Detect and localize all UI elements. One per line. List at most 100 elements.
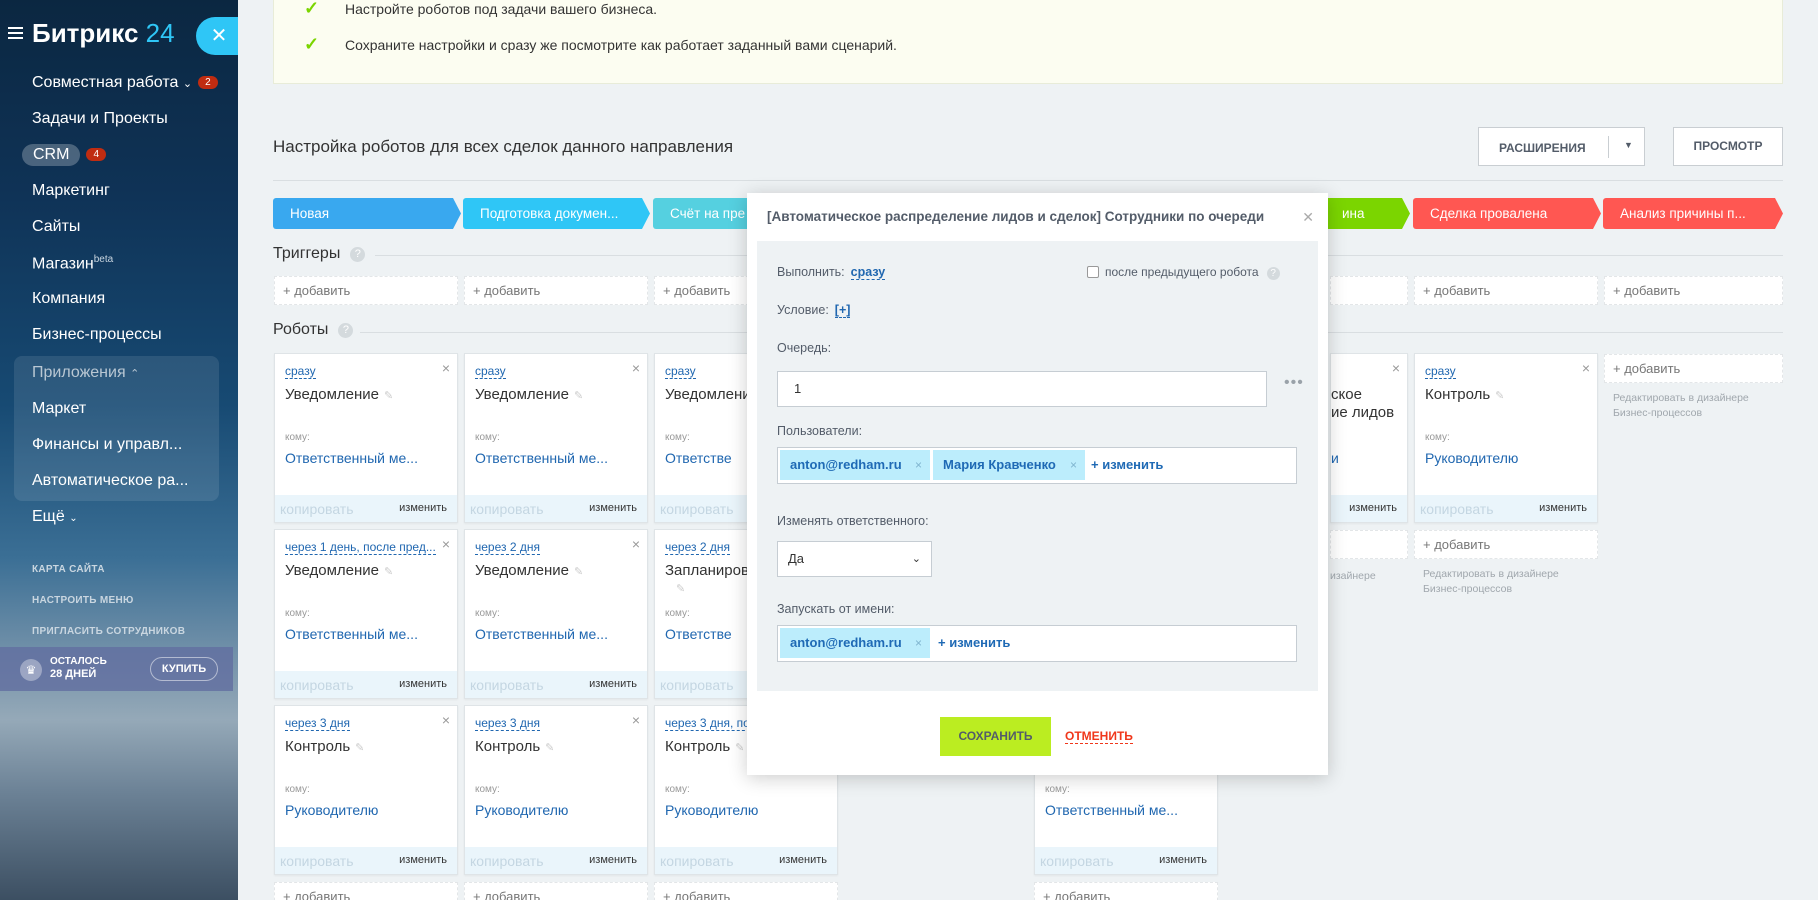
robot-card[interactable]: сразу × Контроль ✎ кому: Руководителю копир…	[1414, 353, 1598, 523]
copy-link[interactable]: копировать	[470, 853, 544, 869]
robot-card-partial[interactable]: ское ие лидов и изменить ×	[1330, 353, 1408, 523]
change-users-link[interactable]: + изменить	[1091, 457, 1163, 472]
edit-link[interactable]: изменить	[399, 678, 447, 690]
pencil-icon[interactable]: ✎	[1495, 390, 1504, 402]
save-button[interactable]: СОХРАНИТЬ	[940, 717, 1051, 756]
trigger-add-partial[interactable]	[1330, 276, 1408, 305]
robot-card[interactable]: сразу × Уведомление ✎ кому: Ответственный м…	[464, 353, 648, 523]
stage-analysis[interactable]: Анализ причины п...	[1603, 198, 1783, 229]
edit-link[interactable]: изменить	[779, 854, 827, 866]
robot-add[interactable]: + добавить	[1414, 530, 1598, 559]
sidebar-item-shop[interactable]: Магазинbeta	[32, 254, 113, 273]
extensions-button[interactable]: РАСШИРЕНИЯ ▼	[1478, 127, 1645, 166]
sidebar-item-sites[interactable]: Сайты	[32, 218, 80, 236]
pencil-icon[interactable]: ✎	[574, 566, 583, 578]
edit-link[interactable]: изменить	[589, 502, 637, 514]
sidebar-item-finance[interactable]: Финансы и управл...	[32, 436, 182, 454]
copy-link[interactable]: копировать	[660, 677, 734, 693]
robot-card[interactable]: через 3 дня × Контроль ✎ кому: Руководителю…	[274, 705, 458, 875]
invite-link[interactable]: ПРИГЛАСИТЬ СОТРУДНИКОВ	[32, 626, 185, 637]
robot-card[interactable]: через 3 дня × Контроль ✎ кому: Руководителю…	[464, 705, 648, 875]
help-icon[interactable]: ?	[338, 323, 354, 338]
trigger-add[interactable]: + добавить	[1414, 276, 1598, 305]
remove-icon[interactable]: ×	[1070, 450, 1077, 480]
robot-card[interactable]: через 1 день, после пред... × Уведомление…	[274, 529, 458, 699]
sidebar-item-marketing[interactable]: Маркетинг	[32, 182, 110, 200]
stage-new[interactable]: Новая	[273, 198, 461, 229]
robot-add[interactable]: + добавить	[464, 882, 648, 900]
copy-link[interactable]: копировать	[660, 501, 734, 517]
run-value-link[interactable]: сразу	[850, 265, 886, 280]
edit-link[interactable]: изменить	[589, 678, 637, 690]
copy-link[interactable]: копировать	[280, 677, 354, 693]
stage-docs[interactable]: Подготовка докумен...	[463, 198, 650, 229]
sitemap-link[interactable]: КАРТА САЙТА	[32, 564, 105, 575]
close-icon[interactable]: ×	[632, 360, 640, 376]
sidebar-item-auto[interactable]: Автоматическое ра...	[32, 472, 188, 490]
pencil-icon[interactable]: ✎	[735, 742, 744, 754]
robot-card[interactable]: сразу × Уведомление ✎ кому: Ответственный м…	[274, 353, 458, 523]
change-run-as-link[interactable]: + изменить	[938, 635, 1010, 650]
queue-input[interactable]: 1	[777, 371, 1267, 407]
remove-icon[interactable]: ×	[915, 628, 922, 658]
after-previous-checkbox[interactable]: после предыдущего робота?	[1087, 265, 1280, 280]
edit-link[interactable]: изменить	[1539, 502, 1587, 514]
designer-hint[interactable]: Редактировать в дизайнере Бизнес-процессо…	[1423, 567, 1559, 597]
copy-link[interactable]: копировать	[1040, 853, 1114, 869]
configure-menu-link[interactable]: НАСТРОИТЬ МЕНЮ	[32, 595, 134, 606]
cancel-button[interactable]: ОТМЕНИТЬ	[1065, 729, 1133, 744]
close-icon[interactable]: ×	[632, 536, 640, 552]
help-icon[interactable]: ?	[1266, 267, 1280, 280]
close-icon[interactable]: ×	[1392, 360, 1400, 376]
robot-add[interactable]: + добавить	[654, 882, 838, 900]
sidebar-item-apps[interactable]: Приложения ⌃	[32, 364, 139, 382]
robot-add[interactable]: + добавить	[274, 882, 458, 900]
change-responsible-select[interactable]: Да ⌄	[777, 541, 932, 577]
copy-link[interactable]: копировать	[280, 501, 354, 517]
condition-link[interactable]: [+]	[834, 303, 851, 318]
sidebar-item-more[interactable]: Ещё ⌄	[32, 508, 78, 526]
pencil-icon[interactable]: ✎	[355, 742, 364, 754]
copy-link[interactable]: копировать	[660, 853, 734, 869]
copy-link[interactable]: копировать	[470, 501, 544, 517]
robot-add[interactable]: + добавить	[1604, 354, 1783, 383]
close-icon[interactable]: ×	[1582, 360, 1590, 376]
robot-add-partial[interactable]	[1330, 530, 1408, 559]
copy-link[interactable]: копировать	[280, 853, 354, 869]
pencil-icon[interactable]: ✎	[384, 566, 393, 578]
pencil-icon[interactable]: ✎	[384, 390, 393, 402]
sidebar-item-crm[interactable]: CRM 4	[22, 144, 106, 166]
pencil-icon[interactable]: ✎	[545, 742, 554, 754]
sidebar-item-company[interactable]: Компания	[32, 290, 105, 308]
close-icon[interactable]: ×	[442, 360, 450, 376]
help-icon[interactable]: ?	[350, 247, 366, 262]
menu-burger-icon[interactable]	[8, 27, 23, 39]
more-icon[interactable]: •••	[1284, 374, 1304, 392]
chevron-down-icon[interactable]: ▼	[1624, 140, 1633, 150]
sidebar-item-collab[interactable]: Совместная работа ⌄ 2	[32, 74, 218, 92]
users-selector[interactable]: anton@redham.ru × Мария Кравченко × + изме…	[777, 447, 1297, 484]
preview-button[interactable]: ПРОСМОТР	[1673, 127, 1783, 166]
close-icon[interactable]: ✕	[1302, 209, 1314, 226]
stage-won[interactable]: ина	[1320, 198, 1410, 229]
close-icon[interactable]: ✕	[196, 17, 238, 55]
trigger-add[interactable]: + добавить	[654, 276, 754, 305]
sidebar-item-bp[interactable]: Бизнес-процессы	[32, 326, 162, 344]
trigger-add[interactable]: + добавить	[274, 276, 458, 305]
robot-card[interactable]: через 2 дня × Уведомление ✎ кому: Ответстве…	[464, 529, 648, 699]
close-icon[interactable]: ×	[442, 536, 450, 552]
close-icon[interactable]: ×	[442, 712, 450, 728]
robot-add[interactable]: + добавить	[1034, 882, 1218, 900]
designer-hint[interactable]: Редактировать в дизайнере Бизнес-процессо…	[1613, 391, 1749, 421]
stage-failed[interactable]: Сделка провалена	[1413, 198, 1601, 229]
logo[interactable]: Битрикс 24	[32, 18, 175, 49]
designer-hint-partial[interactable]: изайнере	[1330, 569, 1376, 584]
copy-link[interactable]: копировать	[1420, 501, 1494, 517]
remove-icon[interactable]: ×	[915, 450, 922, 480]
sidebar-item-market[interactable]: Маркет	[32, 400, 86, 418]
edit-link[interactable]: изменить	[1349, 502, 1397, 514]
edit-link[interactable]: изменить	[1159, 854, 1207, 866]
close-icon[interactable]: ×	[632, 712, 640, 728]
run-as-selector[interactable]: anton@redham.ru × + изменить	[777, 625, 1297, 662]
pencil-icon[interactable]: ✎	[676, 582, 685, 595]
